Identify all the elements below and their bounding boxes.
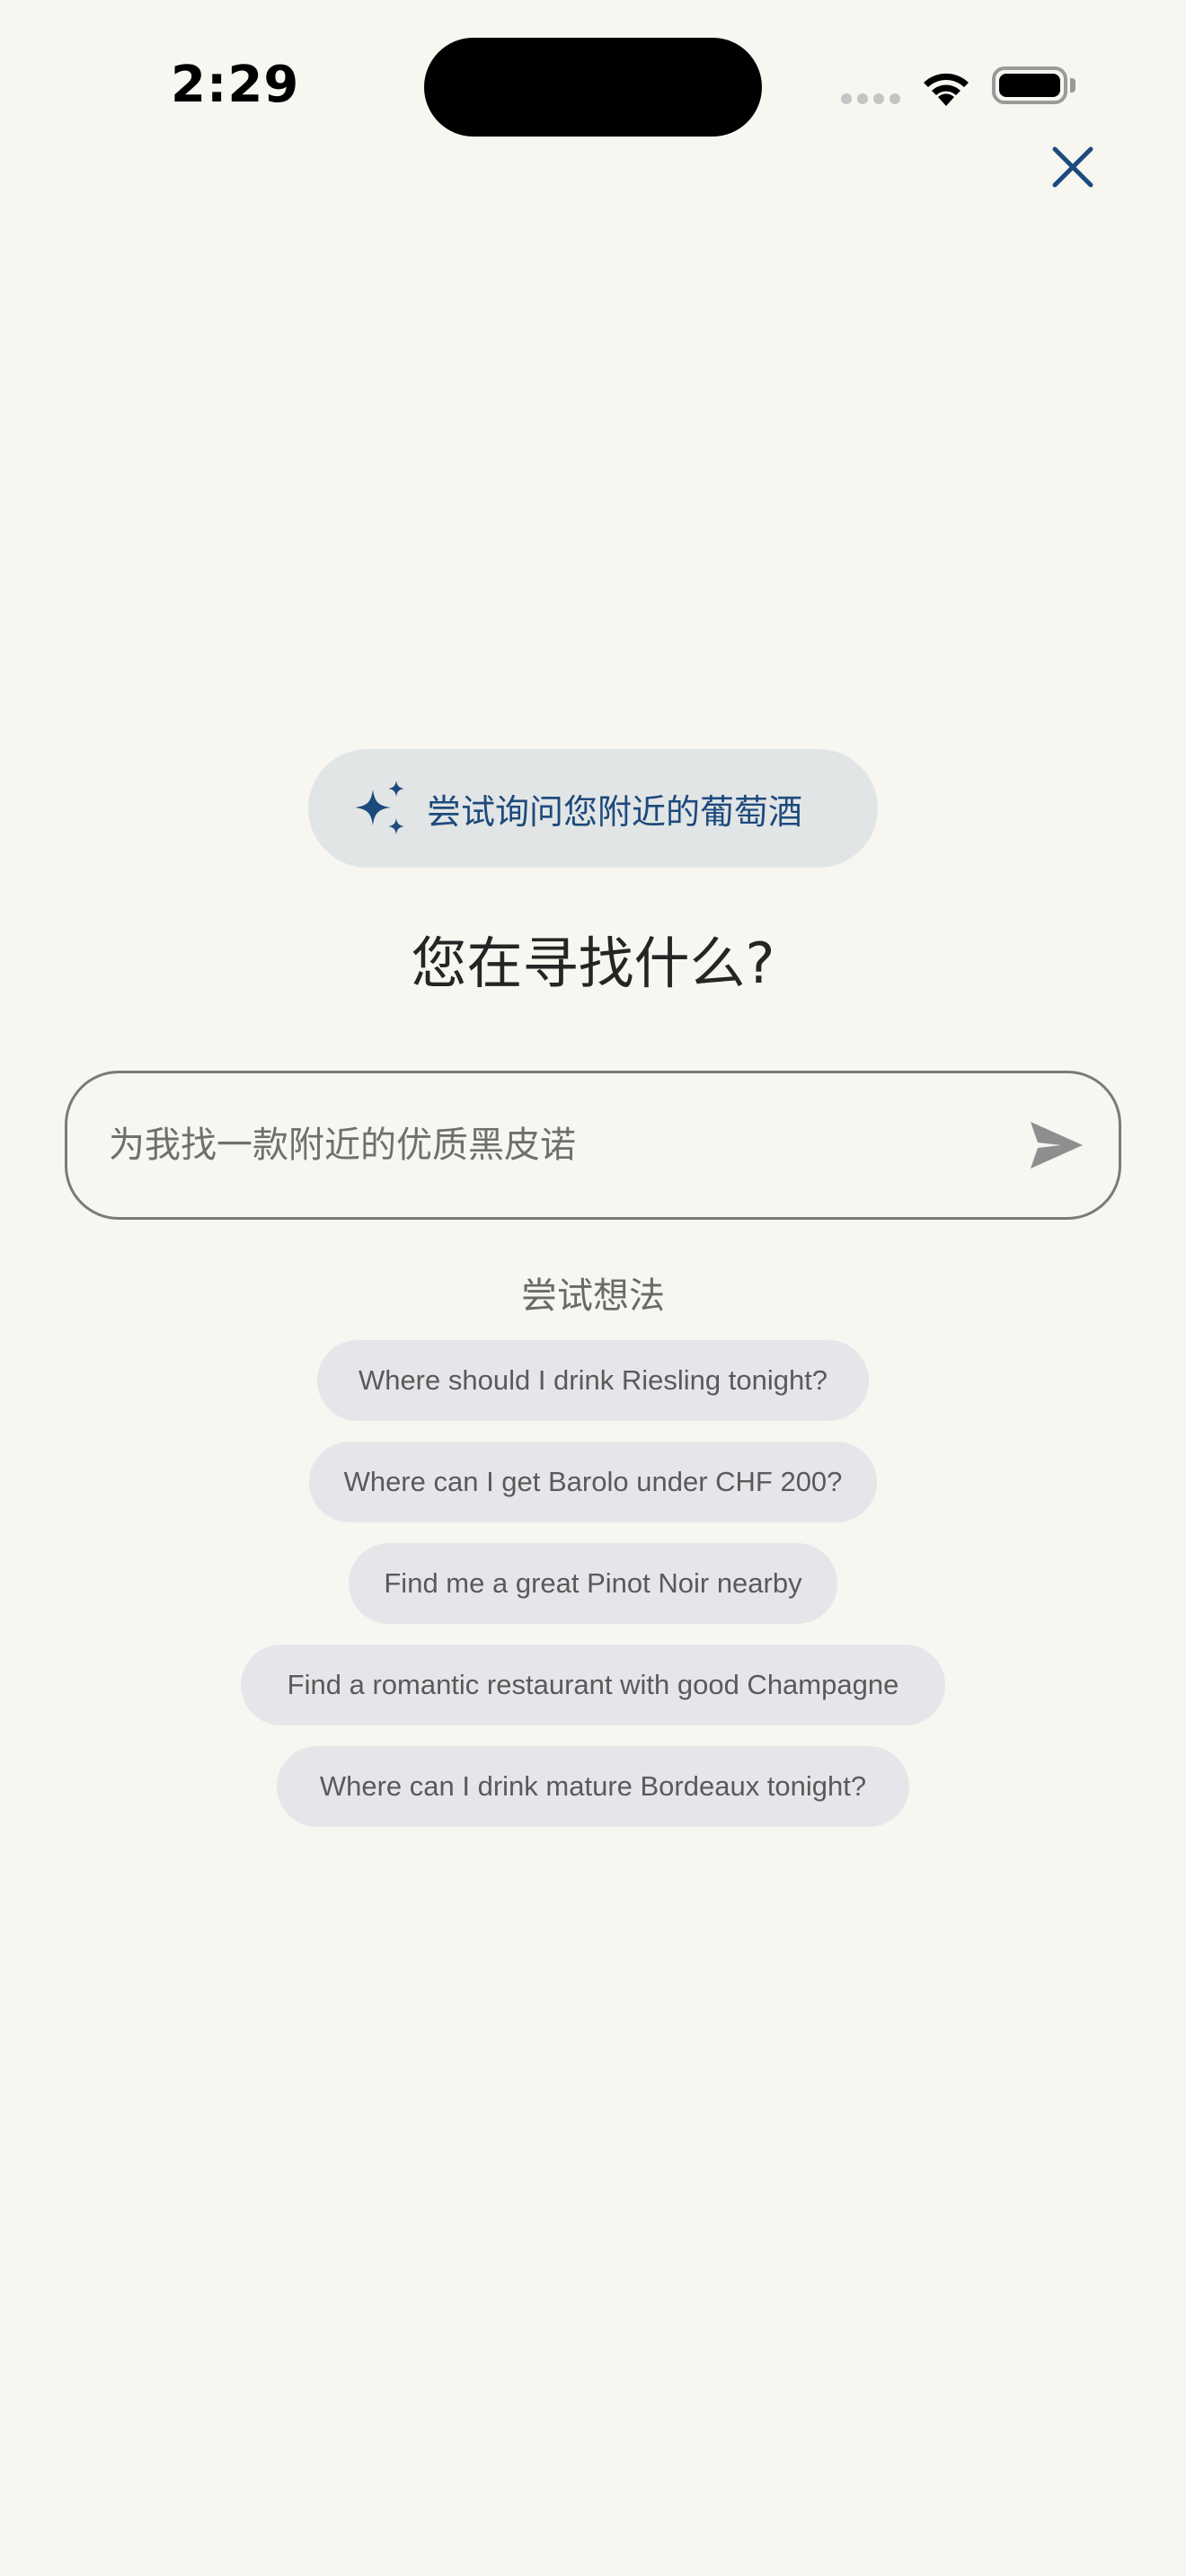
suggestion-chip[interactable]: Where should I drink Riesling tonight? [317, 1340, 869, 1421]
search-input[interactable] [109, 1073, 1007, 1217]
send-icon [1031, 1122, 1083, 1169]
sparkles-icon [355, 781, 404, 834]
cellular-signal-icon [841, 93, 900, 104]
status-time: 2:29 [171, 56, 300, 114]
close-button[interactable] [1046, 140, 1100, 194]
hint-pill: 尝试询问您附近的葡萄酒 [308, 749, 878, 868]
battery-cap [1070, 78, 1075, 93]
send-button[interactable] [1027, 1118, 1086, 1172]
dynamic-island [424, 38, 762, 137]
search-box [65, 1071, 1121, 1220]
ideas-label: 尝试想法 [521, 1275, 665, 1317]
battery-icon [992, 66, 1067, 104]
suggestion-chip[interactable]: Find me a great Pinot Noir nearby [349, 1543, 837, 1624]
hint-text: 尝试询问您附近的葡萄酒 [427, 791, 803, 832]
close-icon [1052, 146, 1093, 188]
status-bar: 2:29 [0, 0, 1186, 171]
suggestion-chip[interactable]: Where can I get Barolo under CHF 200? [309, 1442, 877, 1522]
page-title: 您在寻找什么? [411, 931, 775, 996]
wifi-icon [924, 73, 969, 106]
suggestion-chip[interactable]: Where can I drink mature Bordeaux tonigh… [277, 1746, 909, 1827]
suggestion-chip[interactable]: Find a romantic restaurant with good Cha… [241, 1645, 945, 1725]
